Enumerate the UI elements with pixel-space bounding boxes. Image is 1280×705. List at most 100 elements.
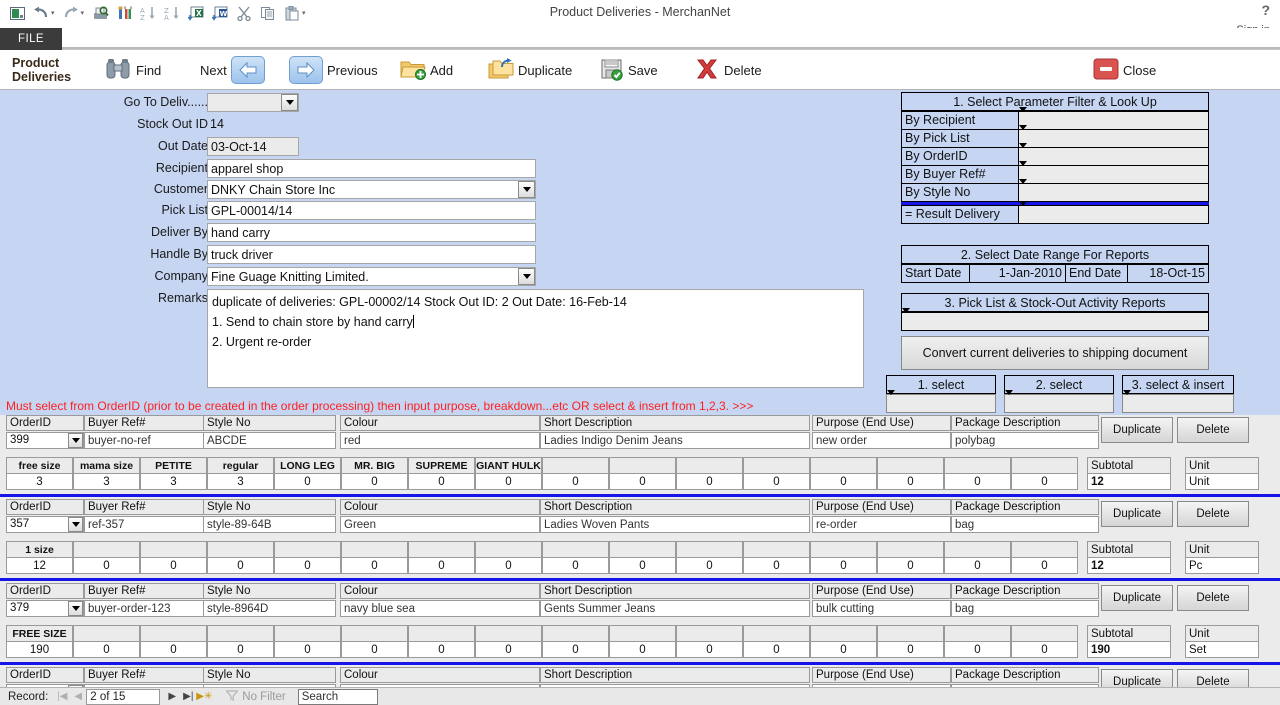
size-column-value[interactable]: 190 bbox=[6, 641, 73, 658]
record-position-input[interactable]: 2 of 15 bbox=[86, 688, 161, 705]
chevron-down-icon[interactable] bbox=[281, 94, 298, 111]
cell-package-description[interactable]: bag bbox=[951, 600, 1099, 617]
filter-status[interactable]: No Filter bbox=[225, 689, 286, 704]
select-2-combo[interactable] bbox=[1004, 390, 1114, 413]
cell-style-no[interactable]: style-8964D bbox=[203, 600, 336, 617]
delivery-detail-grid[interactable]: OrderID Buyer Ref# Style No Colour Short Des… bbox=[0, 415, 1280, 690]
size-column-value[interactable]: 0 bbox=[877, 557, 944, 574]
size-column-value[interactable]: 0 bbox=[676, 641, 743, 658]
size-column-value[interactable]: 3 bbox=[140, 473, 207, 490]
previous-button[interactable]: Previous bbox=[289, 50, 378, 90]
recipient-field[interactable]: apparel shop bbox=[207, 159, 536, 178]
size-column-value[interactable]: 0 bbox=[810, 641, 877, 658]
cell-buyer-ref[interactable]: buyer-no-ref bbox=[84, 432, 217, 449]
cell-purpose[interactable]: new order bbox=[812, 432, 951, 449]
cell-order-id[interactable]: 357 bbox=[6, 516, 84, 533]
chevron-down-icon[interactable] bbox=[68, 601, 83, 616]
chevron-down-icon[interactable] bbox=[902, 308, 1208, 327]
row-duplicate-button[interactable]: Duplicate bbox=[1101, 585, 1173, 611]
size-column-value[interactable]: 0 bbox=[408, 641, 475, 658]
remarks-textarea[interactable]: duplicate of deliveries: GPL-00002/14 St… bbox=[207, 289, 864, 388]
cell-purpose[interactable]: re-order bbox=[812, 516, 951, 533]
filter-combo-by-style-no[interactable] bbox=[1018, 179, 1209, 202]
size-column-value[interactable]: 0 bbox=[1011, 557, 1078, 574]
size-column-value[interactable]: 0 bbox=[676, 473, 743, 490]
size-column-value[interactable]: 0 bbox=[743, 641, 810, 658]
chevron-down-icon[interactable] bbox=[1005, 390, 1113, 409]
size-column-value[interactable]: 0 bbox=[475, 641, 542, 658]
size-column-value[interactable]: 0 bbox=[408, 473, 475, 490]
size-column-value[interactable]: 0 bbox=[341, 473, 408, 490]
size-column-value[interactable]: 0 bbox=[274, 641, 341, 658]
size-column-value[interactable]: 0 bbox=[542, 641, 609, 658]
chevron-down-icon[interactable] bbox=[68, 433, 83, 448]
chevron-down-icon[interactable] bbox=[887, 390, 995, 409]
pick-list-field[interactable]: GPL-00014/14 bbox=[207, 201, 536, 220]
filter-combo-by-orderid[interactable] bbox=[1018, 143, 1209, 166]
duplicate-button[interactable]: Duplicate bbox=[488, 50, 572, 90]
chevron-down-icon[interactable] bbox=[1019, 125, 1208, 144]
close-button[interactable]: Close bbox=[1093, 50, 1156, 90]
size-column-value[interactable]: 0 bbox=[542, 473, 609, 490]
size-column-value[interactable]: 0 bbox=[140, 641, 207, 658]
customer-combo[interactable]: DNKY Chain Store Inc bbox=[207, 180, 536, 199]
size-column-value[interactable]: 0 bbox=[207, 641, 274, 658]
size-column-value[interactable]: 0 bbox=[944, 473, 1011, 490]
size-column-value[interactable]: 0 bbox=[810, 473, 877, 490]
new-record-icon[interactable]: ▶✳ bbox=[196, 691, 212, 702]
arrow-left-icon[interactable] bbox=[230, 56, 265, 84]
size-column-value[interactable]: 0 bbox=[810, 557, 877, 574]
chevron-down-icon[interactable] bbox=[1019, 179, 1208, 198]
cell-order-id[interactable]: 399 bbox=[6, 432, 84, 449]
convert-to-shipping-document-button[interactable]: Convert current deliveries to shipping d… bbox=[901, 336, 1209, 370]
table-row[interactable]: OrderID Buyer Ref# Style No Colour Short Des… bbox=[0, 583, 1280, 667]
chevron-down-icon[interactable] bbox=[1019, 107, 1208, 126]
size-column-value[interactable]: 0 bbox=[944, 557, 1011, 574]
out-date-field[interactable]: 03-Oct-14 bbox=[207, 137, 299, 156]
handle-by-field[interactable]: truck driver bbox=[207, 245, 536, 264]
size-column-value[interactable]: 0 bbox=[341, 641, 408, 658]
select-1-combo[interactable] bbox=[886, 390, 996, 413]
reports-combo[interactable] bbox=[901, 308, 1209, 331]
result-delivery-combo[interactable] bbox=[1018, 201, 1209, 224]
chevron-down-icon[interactable] bbox=[1019, 161, 1208, 180]
size-column-value[interactable]: 3 bbox=[6, 473, 73, 490]
filter-combo-by-recipient[interactable] bbox=[1018, 107, 1209, 130]
size-column-value[interactable]: 0 bbox=[609, 557, 676, 574]
size-column-value[interactable]: 0 bbox=[73, 557, 140, 574]
size-column-value[interactable]: 0 bbox=[274, 473, 341, 490]
next-record-icon[interactable]: ▶ bbox=[164, 691, 180, 702]
size-column-value[interactable]: 0 bbox=[877, 473, 944, 490]
filter-combo-by-buyer-ref[interactable] bbox=[1018, 161, 1209, 184]
cell-short-description[interactable]: Ladies Woven Pants bbox=[540, 516, 810, 533]
size-column-value[interactable]: 0 bbox=[609, 473, 676, 490]
table-row[interactable]: OrderID Buyer Ref# Style No Colour Short Des… bbox=[0, 415, 1280, 499]
row-delete-button[interactable]: Delete bbox=[1177, 585, 1249, 611]
size-column-value[interactable]: 0 bbox=[542, 557, 609, 574]
arrow-right-icon[interactable] bbox=[289, 56, 323, 84]
row-delete-button[interactable]: Delete bbox=[1177, 417, 1249, 443]
delete-button[interactable]: Delete bbox=[694, 50, 762, 90]
size-column-value[interactable]: 12 bbox=[6, 557, 73, 574]
size-column-value[interactable]: 0 bbox=[743, 557, 810, 574]
cell-colour[interactable]: Green bbox=[340, 516, 540, 533]
size-column-value[interactable]: 0 bbox=[408, 557, 475, 574]
cell-colour[interactable]: red bbox=[340, 432, 540, 449]
cell-short-description[interactable]: Gents Summer Jeans bbox=[540, 600, 810, 617]
cell-purpose[interactable]: bulk cutting bbox=[812, 600, 951, 617]
size-column-value[interactable]: 0 bbox=[743, 473, 810, 490]
row-duplicate-button[interactable]: Duplicate bbox=[1101, 417, 1173, 443]
cell-short-description[interactable]: Ladies Indigo Denim Jeans bbox=[540, 432, 810, 449]
goto-delivery-combo[interactable] bbox=[207, 93, 299, 112]
cell-style-no[interactable]: style-89-64B bbox=[203, 516, 336, 533]
row-duplicate-button[interactable]: Duplicate bbox=[1101, 501, 1173, 527]
size-column-value[interactable]: 0 bbox=[676, 557, 743, 574]
size-column-value[interactable]: 0 bbox=[475, 557, 542, 574]
help-icon[interactable]: ? bbox=[1261, 2, 1270, 18]
size-column-value[interactable]: 0 bbox=[341, 557, 408, 574]
size-column-value[interactable]: 0 bbox=[877, 641, 944, 658]
deliver-by-field[interactable]: hand carry bbox=[207, 223, 536, 242]
cell-package-description[interactable]: bag bbox=[951, 516, 1099, 533]
select-3-combo[interactable] bbox=[1122, 390, 1234, 413]
cell-package-description[interactable]: polybag bbox=[951, 432, 1099, 449]
